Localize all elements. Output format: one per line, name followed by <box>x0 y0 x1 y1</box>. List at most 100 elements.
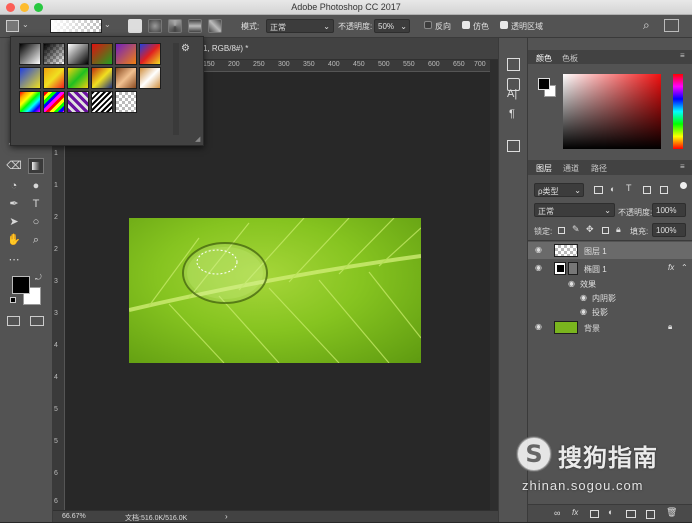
gear-icon[interactable]: ⚙ <box>181 43 190 54</box>
eye-icon[interactable]: ◉ <box>568 279 575 288</box>
layer-effect-drop-shadow[interactable]: ◉ 投影 <box>528 303 692 320</box>
gradient-swatch[interactable] <box>67 91 89 113</box>
type-tool-icon[interactable]: T <box>28 196 44 212</box>
eye-icon[interactable]: ◉ <box>580 293 587 302</box>
link-layers-icon[interactable]: ∞ <box>554 508 560 518</box>
gradient-swatch[interactable] <box>67 43 89 65</box>
gradient-swatch[interactable] <box>115 91 137 113</box>
eye-icon[interactable]: ◉ <box>535 246 545 254</box>
tool-preset-icon[interactable] <box>6 20 19 32</box>
gradient-swatch[interactable] <box>43 67 65 89</box>
tab-swatches[interactable]: 色板 <box>562 53 578 64</box>
paragraph-panel-icon[interactable]: ¶ <box>509 108 515 120</box>
path-selection-tool-icon[interactable]: ➤ <box>6 214 22 230</box>
default-colors-icon[interactable] <box>10 297 16 303</box>
gradient-swatch[interactable] <box>19 43 41 65</box>
fill-input[interactable]: 100% <box>652 223 686 237</box>
document-tab-title[interactable]: 1, RGB/8#) * <box>203 44 248 53</box>
gradient-swatch[interactable] <box>91 67 113 89</box>
gradient-swatch[interactable] <box>139 67 161 89</box>
gradient-swatch[interactable] <box>91 43 113 65</box>
picker-scrollbar[interactable] <box>173 43 179 135</box>
diamond-gradient-button[interactable] <box>208 19 222 33</box>
reverse-checkbox[interactable] <box>424 21 432 29</box>
dodge-tool-icon[interactable]: ● <box>28 178 44 194</box>
workspace-icon[interactable] <box>664 19 679 32</box>
filter-toggle-icon[interactable] <box>680 182 687 189</box>
swap-colors-icon[interactable]: ⤾ <box>35 273 42 283</box>
hue-slider[interactable] <box>673 74 683 149</box>
new-layer-icon[interactable] <box>646 510 655 519</box>
type-filter-icon[interactable]: T <box>626 183 632 193</box>
ellipse-tool-icon[interactable]: ○ <box>28 214 44 230</box>
adjustment-filter-icon[interactable]: ◐ <box>610 184 615 194</box>
eye-icon[interactable]: ◉ <box>580 307 587 316</box>
canvas-image[interactable] <box>129 218 421 363</box>
tab-channels[interactable]: 通道 <box>563 163 579 174</box>
angle-gradient-button[interactable] <box>168 19 182 33</box>
layer-opacity-input[interactable]: 100% <box>652 203 686 217</box>
search-icon[interactable]: ⌕ <box>643 18 650 33</box>
lock-pixels-icon[interactable]: ✎ <box>572 224 580 235</box>
trash-icon[interactable]: 🗑︎ <box>666 507 677 518</box>
hand-tool-icon[interactable]: ✋ <box>6 232 22 248</box>
quick-mask-icon[interactable] <box>7 316 20 326</box>
fx-badge[interactable]: fx <box>668 263 674 272</box>
blur-tool-icon[interactable]: ◔ <box>6 178 22 194</box>
transparency-checkbox[interactable] <box>500 21 508 29</box>
vertical-scrollbar[interactable] <box>490 60 498 512</box>
smartobject-filter-icon[interactable] <box>660 186 668 194</box>
chevron-up-icon[interactable]: ⌃ <box>681 263 688 272</box>
shape-filter-icon[interactable] <box>643 186 651 194</box>
gradient-swatch[interactable] <box>67 67 89 89</box>
add-mask-icon[interactable] <box>590 510 599 518</box>
adjustment-layer-icon[interactable]: ◐ <box>608 507 613 517</box>
gradient-swatch[interactable] <box>115 43 137 65</box>
chevron-down-icon[interactable]: ⌄ <box>22 20 29 29</box>
lock-transparent-icon[interactable] <box>558 227 565 234</box>
zoom-level[interactable]: 66.67% <box>62 513 86 520</box>
dither-checkbox[interactable] <box>462 21 470 29</box>
chevron-right-icon[interactable]: › <box>225 512 228 521</box>
color-field[interactable] <box>563 74 661 149</box>
eraser-tool-icon[interactable]: ⌫ <box>6 158 22 174</box>
reflected-gradient-button[interactable] <box>188 19 202 33</box>
gradient-swatch[interactable] <box>19 67 41 89</box>
gradient-swatch[interactable] <box>115 67 137 89</box>
resize-handle-icon[interactable]: ◢ <box>195 135 200 143</box>
linear-gradient-button[interactable] <box>128 19 142 33</box>
gradient-swatch[interactable] <box>19 91 41 113</box>
mode-select[interactable]: 正常 ⌄ <box>266 19 334 33</box>
lock-artboard-icon[interactable] <box>602 227 609 234</box>
zoom-tool-icon[interactable]: ⌕ <box>28 232 44 248</box>
character-panel-icon[interactable]: A| <box>507 88 517 100</box>
pixel-filter-icon[interactable] <box>594 186 603 194</box>
tab-color[interactable]: 颜色 <box>536 53 552 64</box>
lock-position-icon[interactable]: ✥ <box>586 224 594 235</box>
blend-mode-select[interactable]: 正常 ⌄ <box>534 203 615 217</box>
eye-icon[interactable]: ◉ <box>535 264 545 272</box>
panel-menu-icon[interactable]: ≡ <box>680 162 685 171</box>
tab-layers[interactable]: 图层 <box>536 163 552 174</box>
tab-paths[interactable]: 路径 <box>591 163 607 174</box>
layer-row-layer1[interactable]: ◉ 图层 1 <box>528 242 692 259</box>
gradient-swatch[interactable] <box>43 43 65 65</box>
more-tools-icon[interactable]: ⋯ <box>6 252 22 268</box>
gradient-swatch[interactable] <box>139 43 161 65</box>
radial-gradient-button[interactable] <box>148 19 162 33</box>
libraries-panel-icon[interactable] <box>507 140 520 152</box>
layer-filter-select[interactable]: ρ类型 ⌄ <box>534 183 584 197</box>
history-panel-icon[interactable] <box>507 58 520 71</box>
layer-row-background[interactable]: ◉ 背景 🔒︎ <box>528 319 692 336</box>
gradient-swatch[interactable] <box>91 91 113 113</box>
eye-icon[interactable]: ◉ <box>535 323 545 331</box>
screen-mode-icon[interactable] <box>30 316 44 326</box>
lock-all-icon[interactable]: 🔒︎ <box>616 224 621 235</box>
pen-tool-icon[interactable]: ✒ <box>6 196 22 212</box>
gradient-dropdown-arrow[interactable]: ⌄ <box>104 20 111 29</box>
opacity-input[interactable]: 50% ⌄ <box>374 19 410 33</box>
gradient-swatch[interactable] <box>43 91 65 113</box>
new-group-icon[interactable] <box>626 510 636 518</box>
add-style-icon[interactable]: fx <box>572 508 578 517</box>
gradient-preview[interactable] <box>50 19 102 33</box>
